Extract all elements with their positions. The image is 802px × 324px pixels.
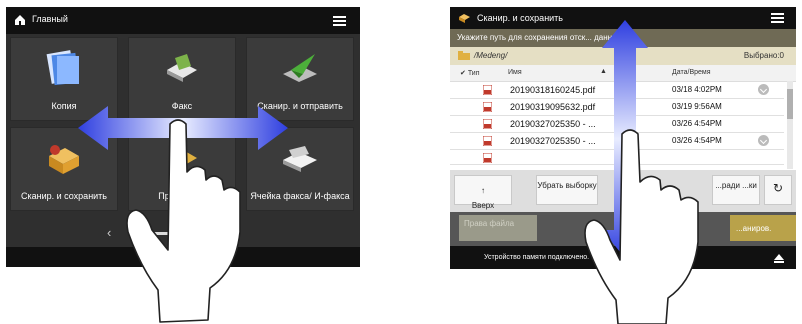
column-type[interactable]: ✔ Тип	[460, 69, 479, 77]
tile-fax[interactable]: Факс	[128, 37, 236, 121]
eject-icon[interactable]	[774, 254, 784, 263]
column-date[interactable]: Дата/Время	[672, 69, 711, 76]
file-row-partial[interactable]	[450, 150, 784, 165]
status-bar: Устройство памяти подключено.	[450, 246, 796, 269]
home-title: Главный	[32, 14, 68, 24]
scan-store-icon	[49, 145, 79, 174]
file-row[interactable]: 20190327025350 - ... 03/26 4:54PM	[450, 133, 784, 150]
menu-icon[interactable]	[333, 16, 346, 27]
scan-store-title: Сканир. и сохранить	[477, 13, 563, 23]
file-row[interactable]: 20190327025350 - ... 03/26 4:54PM	[450, 116, 784, 133]
page-dash	[132, 232, 172, 235]
up-label: Вверх	[471, 201, 495, 210]
file-date: 03/18 4:02PM	[672, 85, 722, 94]
pdf-file-icon	[483, 136, 492, 146]
folder-name: /Medeng/	[474, 51, 508, 60]
file-name: 20190327025350 - ...	[510, 136, 596, 146]
file-list-header: ✔ Тип Имя ▲ Дата/Время	[450, 65, 796, 82]
tile-print[interactable]: Пр	[128, 127, 236, 211]
pdf-file-icon	[483, 119, 492, 129]
scan-button[interactable]: ...аниров.	[730, 215, 796, 241]
tile-label: Ячейка факса/ И-факса	[250, 191, 350, 201]
copy-icon	[46, 50, 79, 86]
chevron-left-icon[interactable]: ‹	[107, 225, 111, 240]
fax-icon	[167, 54, 197, 82]
tile-scan-send[interactable]: Сканир. и отправить	[246, 37, 354, 121]
folder-icon	[458, 51, 470, 60]
file-name: 20190318160245.pdf	[510, 85, 596, 95]
pdf-file-icon	[483, 153, 492, 163]
menu-icon[interactable]	[771, 13, 784, 24]
scan-store-header: Сканир. и сохранить	[450, 7, 796, 29]
expand-icon[interactable]	[758, 84, 769, 95]
home-header: Главный	[6, 7, 360, 34]
action-bar: Права файла ...аниров.	[450, 212, 796, 246]
path-instruction: Укажите путь для сохранения отск... данн…	[450, 29, 796, 47]
tile-fax-inbox[interactable]: Ячейка факса/ И-факса	[246, 127, 354, 211]
file-name: 20190319095632.pdf	[510, 102, 596, 112]
file-list-scrollbar[interactable]	[787, 81, 793, 169]
refresh-icon: ↻	[772, 181, 784, 195]
file-toolbar: ↑ Вверх Убрать выборку ...ради ...ки ↻	[450, 170, 796, 212]
partial-label: ...ради ...ки	[715, 181, 757, 190]
print-icon	[169, 150, 197, 172]
path-instruction-text: Укажите путь для сохранения отск... данн…	[457, 33, 625, 42]
home-screen-panel: Главный Копия Факс Сканир. и отправить С…	[6, 7, 360, 267]
home-footer	[6, 247, 360, 267]
tile-label: Пр	[158, 191, 170, 201]
scrollbar-thumb[interactable]	[787, 89, 793, 119]
file-row[interactable]: 20190318160245.pdf 03/18 4:02PM	[450, 82, 784, 99]
up-button[interactable]: ↑ Вверх	[454, 175, 512, 210]
file-rights-button[interactable]: Права файла	[459, 215, 537, 241]
column-name[interactable]: Имя	[508, 69, 522, 76]
tile-label: Факс	[171, 101, 193, 111]
page-indicator: ‹	[6, 225, 360, 241]
up-arrow-icon: ↑	[481, 186, 485, 195]
file-date: 03/26 4:54PM	[672, 119, 722, 128]
file-date: 03/26 4:54PM	[672, 136, 722, 145]
refresh-button[interactable]: ↻	[764, 175, 792, 205]
home-icon[interactable]	[14, 14, 26, 26]
folder-bar: /Medeng/ Выбрано:0	[450, 47, 796, 65]
fax-inbox-icon	[283, 146, 317, 172]
tile-copy[interactable]: Копия	[10, 37, 118, 121]
scan-store-panel: Сканир. и сохранить Укажите путь для сох…	[450, 7, 796, 269]
sort-ascending-icon[interactable]: ▲	[600, 68, 607, 75]
tile-label: Копия	[51, 101, 77, 111]
expand-icon[interactable]	[758, 135, 769, 146]
scan-store-icon	[459, 14, 470, 23]
pdf-file-icon	[483, 85, 492, 95]
partial-button[interactable]: ...ради ...ки	[712, 175, 760, 205]
selected-count: Выбрано:0	[743, 51, 784, 60]
status-text: Устройство памяти подключено.	[484, 254, 590, 261]
file-name: 20190327025350 - ...	[510, 119, 596, 129]
scan-send-icon	[283, 54, 317, 82]
file-row[interactable]: 20190319095632.pdf 03/19 9:56AM	[450, 99, 784, 116]
file-date: 03/19 9:56AM	[672, 102, 722, 111]
pdf-file-icon	[483, 102, 492, 112]
deselect-button[interactable]: Убрать выборку	[536, 175, 598, 205]
deselect-label: Убрать выборку	[537, 181, 597, 190]
tile-label: Сканир. и отправить	[257, 101, 343, 111]
